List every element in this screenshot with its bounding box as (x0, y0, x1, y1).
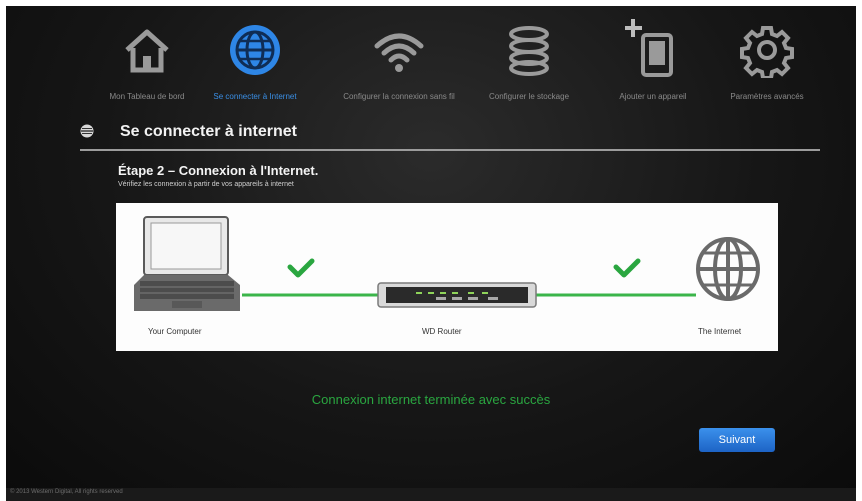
nav-item-storage[interactable]: Configurer le stockage (470, 10, 588, 114)
computer-label: Your Computer (148, 327, 202, 336)
window-frame: Mon Tableau de bord Se connecter à Inter… (0, 0, 862, 501)
divider (80, 149, 820, 151)
home-icon (125, 29, 169, 73)
internet-label: The Internet (698, 327, 742, 336)
check-icon (287, 258, 315, 278)
globe-icon (696, 237, 760, 301)
router-icon (377, 282, 537, 308)
nav-item-connect-internet[interactable]: Se connecter à Internet (196, 10, 314, 114)
wifi-icon (374, 33, 424, 72)
check-icon (613, 258, 641, 278)
top-navigation: Mon Tableau de bord Se connecter à Inter… (6, 6, 856, 114)
success-message: Connexion internet terminée avec succès (311, 392, 551, 407)
nav-label: Configurer le stockage (488, 92, 570, 101)
router-label: WD Router (422, 327, 462, 336)
nav-label: Mon Tableau de bord (109, 92, 185, 101)
add-device-icon (625, 19, 673, 77)
connection-diagram: Your Computer WD Router The Internet (116, 203, 778, 351)
nav-item-wireless[interactable]: Configurer la connexion sans fil (340, 10, 458, 114)
status-bar: © 2013 Western Digital, All rights reser… (6, 488, 856, 501)
nav-item-add-device[interactable]: Ajouter un appareil (594, 10, 712, 114)
storage-icon (509, 26, 549, 76)
globe-icon (80, 124, 94, 138)
page-title: Se connecter à internet (120, 123, 297, 140)
nav-label: Se connecter à Internet (213, 92, 297, 101)
nav-label: Configurer la connexion sans fil (343, 92, 455, 101)
next-button[interactable]: Suivant (699, 428, 775, 452)
footer-text: © 2013 Western Digital, All rights reser… (10, 489, 123, 495)
nav-label: Paramètres avancés (730, 92, 804, 101)
section-header: Se connecter à internet (80, 118, 840, 146)
step-title: Étape 2 – Connexion à l'Internet. (118, 163, 319, 178)
nav-item-dashboard[interactable]: Mon Tableau de bord (88, 10, 206, 114)
laptop-icon (134, 216, 240, 311)
globe-icon (230, 25, 280, 75)
nav-item-advanced-settings[interactable]: Paramètres avancés (708, 10, 826, 114)
gear-icon (740, 26, 794, 78)
router-setup-screen: Mon Tableau de bord Se connecter à Inter… (6, 6, 856, 490)
nav-label: Ajouter un appareil (619, 92, 687, 101)
step-description: Vérifiez les connexion à partir de vos a… (118, 181, 294, 188)
